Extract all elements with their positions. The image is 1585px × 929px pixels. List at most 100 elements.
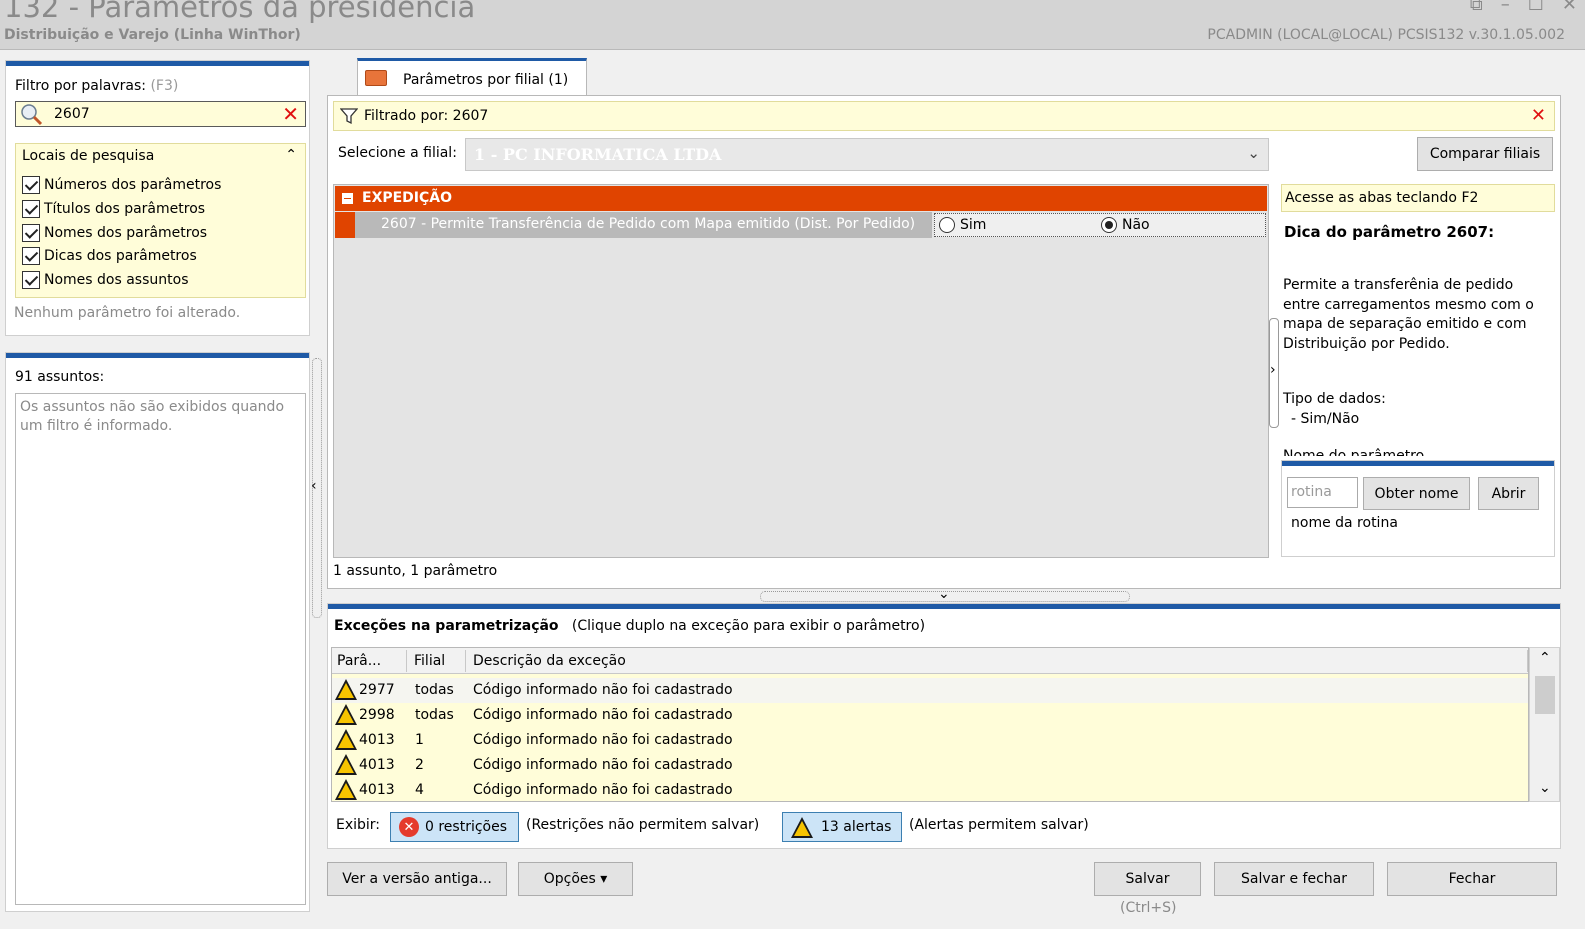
option-label: Títulos dos parâmetros xyxy=(44,201,206,217)
collapse-icon[interactable]: ⌃ xyxy=(285,147,297,163)
error-icon: ✕ xyxy=(399,817,419,837)
minimize-icon[interactable]: – xyxy=(1501,0,1510,15)
save-shortcut: (Ctrl+S) xyxy=(1120,900,1177,916)
warning-icon xyxy=(335,779,357,800)
chevron-left-icon[interactable]: ‹ xyxy=(311,478,317,494)
chevron-right-icon[interactable]: › xyxy=(1270,362,1276,378)
table-row[interactable]: 4013 1 Código informado não foi cadastra… xyxy=(332,728,1528,753)
warning-icon xyxy=(335,729,357,750)
option-param-titles[interactable]: Títulos dos parâmetros xyxy=(22,198,205,220)
table-row[interactable]: 2977 todas Código informado não foi cada… xyxy=(332,678,1528,703)
checkbox-icon[interactable] xyxy=(22,224,40,242)
subjects-list[interactable]: Os assuntos não são exibidos quando um f… xyxy=(15,393,306,905)
search-icon xyxy=(21,104,43,126)
get-name-button[interactable]: Obter nome xyxy=(1363,477,1470,510)
alerts-toggle[interactable]: 13 alertas xyxy=(782,812,902,842)
help-text: Permite a transferênia de pedido entre c… xyxy=(1283,277,1534,352)
checkbox-icon[interactable] xyxy=(22,200,40,218)
option-label: Nomes dos parâmetros xyxy=(44,225,208,241)
col-divider[interactable] xyxy=(465,650,466,672)
panel-accent-bar xyxy=(328,604,1560,609)
filter-shortcut: (F3) xyxy=(150,78,179,94)
table-row[interactable]: 2998 todas Código informado não foi cada… xyxy=(332,703,1528,728)
folder-icon xyxy=(365,70,387,86)
filter-label: Filtro por palavras: (F3) xyxy=(15,78,178,94)
exceptions-title: Exceções na parametrização (Clique duplo… xyxy=(334,618,925,634)
param-row[interactable]: 2607 - Permite Transferência de Pedido c… xyxy=(335,212,1267,238)
filter-label-text: Filtro por palavras: xyxy=(15,78,146,94)
filter-input[interactable]: 2607 ✕ xyxy=(15,101,306,127)
cell-branch: 4 xyxy=(415,782,424,798)
search-places-title: Locais de pesquisa xyxy=(22,148,155,164)
tab-branch-params[interactable]: Parâmetros por filial (1) xyxy=(357,58,587,96)
exceptions-note: (Clique duplo na exceção para exibir o p… xyxy=(571,618,926,634)
collapse-group-icon[interactable] xyxy=(342,193,353,204)
scroll-down-icon[interactable]: ⌄ xyxy=(1539,780,1551,796)
group-row[interactable]: EXPEDIÇÃO xyxy=(335,186,1267,211)
radio-yes-label: Sim xyxy=(960,217,987,233)
col-branch[interactable]: Filial xyxy=(414,653,445,669)
table-row[interactable]: 4013 2 Código informado não foi cadastra… xyxy=(332,753,1528,778)
open-button[interactable]: Abrir xyxy=(1478,477,1539,510)
funnel-icon xyxy=(340,108,358,125)
checkbox-icon[interactable] xyxy=(22,176,40,194)
maximize-icon[interactable]: ☐ xyxy=(1528,0,1544,15)
col-description[interactable]: Descrição da exceção xyxy=(473,653,626,669)
exceptions-panel: Exceções na parametrização (Clique duplo… xyxy=(327,603,1561,849)
option-param-names[interactable]: Nomes dos parâmetros xyxy=(22,222,207,244)
radio-no[interactable] xyxy=(1101,217,1117,233)
branch-value: 1 - PC INFORMATICA LTDA xyxy=(474,145,722,164)
branch-label: Selecione a filial: xyxy=(338,145,457,161)
checkbox-icon[interactable] xyxy=(22,271,40,289)
option-param-numbers[interactable]: Números dos parâmetros xyxy=(22,174,221,196)
chevron-down-icon[interactable]: ⌄ xyxy=(1247,144,1260,162)
grid-summary: 1 assunto, 1 parâmetro xyxy=(333,563,498,579)
scroll-up-icon[interactable]: ⌃ xyxy=(1539,650,1551,666)
option-label: Nomes dos assuntos xyxy=(44,272,189,288)
option-subject-names[interactable]: Nomes dos assuntos xyxy=(22,269,189,291)
col-param[interactable]: Parâ... xyxy=(337,653,381,669)
save-close-button[interactable]: Salvar e fechar xyxy=(1214,862,1374,896)
help-type-label: Tipo de dados: xyxy=(1283,391,1386,407)
panel-accent-bar xyxy=(6,353,309,358)
vertical-scrollbar[interactable]: ⌃ ⌄ xyxy=(1529,647,1560,802)
subjects-count: 91 assuntos: xyxy=(15,369,105,385)
cell-param: 2977 xyxy=(359,682,395,698)
cell-description: Código informado não foi cadastrado xyxy=(473,782,733,798)
restrictions-note: (Restrições não permitem salvar) xyxy=(526,817,760,833)
show-label: Exibir: xyxy=(336,817,381,833)
restrictions-toggle[interactable]: ✕ 0 restrições xyxy=(390,812,519,842)
cell-description: Código informado não foi cadastrado xyxy=(473,682,733,698)
close-icon[interactable]: ✕ xyxy=(1562,0,1577,15)
table-row[interactable]: 4013 4 Código informado não foi cadastra… xyxy=(332,778,1528,801)
clear-filter-bar-icon[interactable]: ✕ xyxy=(1531,105,1546,126)
scroll-thumb[interactable] xyxy=(1535,676,1555,714)
col-divider[interactable] xyxy=(1527,650,1528,672)
param-description: 2607 - Permite Transferência de Pedido c… xyxy=(355,212,932,238)
chevron-down-icon[interactable]: ⌄ xyxy=(938,586,950,602)
help-cut-text: Nome do parâmetro xyxy=(1283,448,1425,456)
branch-select[interactable]: 1 - PC INFORMATICA LTDA ⌄ xyxy=(465,138,1269,171)
cell-description: Código informado não foi cadastrado xyxy=(473,757,733,773)
cell-description: Código informado não foi cadastrado xyxy=(473,707,733,723)
close-button[interactable]: Fechar xyxy=(1387,862,1557,896)
clear-filter-icon[interactable]: ✕ xyxy=(282,102,299,126)
radio-yes[interactable] xyxy=(939,217,955,233)
change-status: Nenhum parâmetro foi alterado. xyxy=(14,305,241,321)
warning-icon xyxy=(335,704,357,725)
panel-accent-bar xyxy=(1282,461,1554,466)
save-button[interactable]: Salvar xyxy=(1094,862,1201,896)
cell-param: 4013 xyxy=(359,732,395,748)
checkbox-icon[interactable] xyxy=(22,247,40,265)
window-title: 132 - Parâmetros da presidência xyxy=(4,0,476,24)
old-version-button[interactable]: Ver a versão antiga... xyxy=(327,862,507,896)
compare-branches-button[interactable]: Comparar filiais xyxy=(1417,137,1553,171)
f2-hint: Acesse as abas teclando F2 xyxy=(1281,184,1555,212)
option-param-tips[interactable]: Dicas dos parâmetros xyxy=(22,245,197,267)
radio-no-label: Não xyxy=(1122,217,1150,233)
restore-icon[interactable]: ⧉ xyxy=(1470,0,1483,15)
options-button[interactable]: Opções ▾ xyxy=(518,862,633,896)
user-info: PCADMIN (LOCAL@LOCAL) PCSIS132 v.30.1.05… xyxy=(1207,27,1565,43)
routine-input[interactable]: rotina xyxy=(1287,477,1358,508)
col-divider[interactable] xyxy=(406,650,407,672)
